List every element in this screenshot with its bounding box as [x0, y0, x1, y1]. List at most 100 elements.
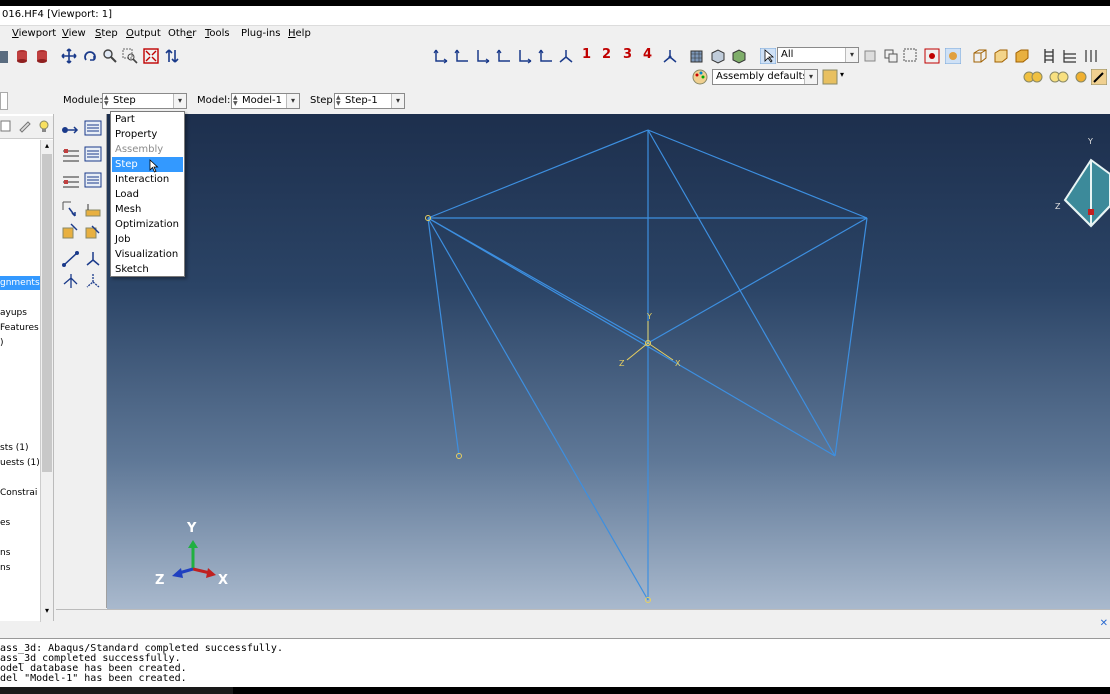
view-cube[interactable]	[1063, 158, 1110, 228]
magnify-icon[interactable]	[102, 48, 118, 64]
menu-plugins[interactable]: Plug-ins	[241, 28, 280, 39]
ladder-icon[interactable]	[1041, 48, 1057, 64]
shaded-render-icon[interactable]	[731, 48, 747, 64]
tree-item-ns-2[interactable]: ns	[0, 563, 10, 573]
module-dropdown-list[interactable]: Part Property Assembly Step Interaction …	[110, 111, 185, 277]
select-entities-icon[interactable]	[883, 48, 899, 64]
module-option-sketch[interactable]: Sketch	[112, 262, 183, 277]
color-code-icon[interactable]	[822, 69, 838, 85]
filter-icon[interactable]	[0, 119, 16, 135]
wireframe-render-icon[interactable]	[689, 48, 705, 64]
spinner-icon[interactable]: ▲ ▼	[336, 95, 343, 107]
create-field-output-icon[interactable]	[61, 147, 81, 163]
view-top-icon[interactable]	[475, 48, 491, 64]
database-icon[interactable]	[14, 48, 30, 64]
tree-item-layups[interactable]: ayups	[0, 308, 27, 318]
scroll-up-icon[interactable]: ▴	[42, 141, 52, 151]
prompt-cancel-icon[interactable]: ✕	[1100, 618, 1108, 629]
module-option-step[interactable]: Step	[112, 157, 183, 172]
cube-solid-icon[interactable]	[1014, 48, 1030, 64]
hidden-render-icon[interactable]	[710, 48, 726, 64]
color-palette-icon[interactable]	[692, 69, 708, 85]
step-manager-icon[interactable]	[84, 120, 102, 136]
lightbulb-icon[interactable]	[37, 119, 53, 135]
spinner-icon[interactable]: ▲ ▼	[233, 95, 240, 107]
view-left-icon[interactable]	[517, 48, 533, 64]
view-3-button[interactable]: 3	[623, 47, 632, 62]
zoom-box-icon[interactable]	[122, 48, 138, 64]
create-history-output-icon[interactable]	[61, 173, 81, 189]
tree-item-fragment[interactable]: )	[0, 338, 4, 348]
auto-fit-icon[interactable]	[143, 48, 159, 64]
view-2-button[interactable]: 2	[602, 47, 611, 62]
menu-other[interactable]: Other	[168, 28, 196, 39]
view-right-icon[interactable]	[538, 48, 554, 64]
viewport-canvas[interactable]: Y X Z Y Z Y X Z	[107, 114, 1110, 609]
chevron-down-icon[interactable]: ▾	[804, 70, 817, 84]
view-4-button[interactable]: 4	[643, 47, 652, 62]
view-1-button[interactable]: 1	[582, 47, 591, 62]
view-back-icon[interactable]	[454, 48, 470, 64]
menu-step[interactable]: Step	[95, 28, 118, 39]
scroll-down-icon[interactable]: ▾	[42, 606, 52, 616]
tree-scrollbar[interactable]: ▴ ▾	[40, 140, 53, 622]
grid-icon[interactable]	[1062, 48, 1078, 64]
create-step-icon[interactable]	[61, 121, 81, 137]
cube-outline-icon[interactable]	[972, 48, 988, 64]
selection-filter-combo[interactable]: All ▾	[777, 47, 859, 63]
module-combo[interactable]: ▲ ▼ Step ▾	[102, 93, 187, 109]
module-option-load[interactable]: Load	[112, 187, 183, 202]
adaptive-mesh-icon[interactable]	[61, 200, 81, 217]
tree-item-ns-1[interactable]: ns	[0, 548, 10, 558]
menu-view[interactable]: View	[62, 28, 86, 39]
menu-output[interactable]: Output	[126, 28, 161, 39]
measure-icon[interactable]	[61, 250, 81, 267]
selection-options-icon[interactable]	[862, 48, 878, 64]
compare-icon[interactable]	[1023, 69, 1043, 85]
chevron-down-icon[interactable]: ▾	[173, 94, 186, 108]
view-front-icon[interactable]	[433, 48, 449, 64]
rotate-icon[interactable]	[82, 48, 98, 64]
datum-csys-icon[interactable]	[84, 272, 102, 288]
view-triad-icon[interactable]	[662, 48, 678, 64]
tree-item-requests[interactable]: sts (1)	[0, 443, 29, 453]
view-iso-icon[interactable]	[558, 48, 574, 64]
field-output-manager-icon[interactable]	[84, 146, 102, 162]
ale-manager-icon[interactable]	[84, 222, 102, 239]
module-option-property[interactable]: Property	[112, 127, 183, 142]
tree-item-constraints[interactable]: Constrai	[0, 488, 37, 498]
module-option-mesh[interactable]: Mesh	[112, 202, 183, 217]
module-option-assembly[interactable]: Assembly	[112, 142, 183, 157]
view-bottom-icon[interactable]	[496, 48, 512, 64]
display-group-icon[interactable]	[924, 48, 940, 64]
tree-item-es[interactable]: es	[0, 518, 10, 528]
reference-point-icon[interactable]	[61, 272, 81, 288]
compare-alt-icon[interactable]	[1049, 69, 1069, 85]
pan-icon[interactable]	[61, 48, 77, 64]
edit-icon[interactable]	[18, 119, 34, 135]
query-triad-icon[interactable]	[84, 250, 102, 266]
tree-item-features[interactable]: Features	[0, 323, 39, 333]
chevron-down-icon[interactable]: ▾	[845, 48, 858, 62]
module-option-job[interactable]: Job	[112, 232, 183, 247]
tree-item-history-requests[interactable]: uests (1)	[0, 458, 40, 468]
chevron-down-icon[interactable]: ▾	[286, 94, 299, 108]
ale-domain-icon[interactable]	[61, 222, 81, 239]
model-combo[interactable]: ▲ ▼ Model-1 ▾	[231, 93, 300, 109]
menu-tools[interactable]: Tools	[205, 28, 230, 39]
module-option-interaction[interactable]: Interaction	[112, 172, 183, 187]
grid-alt-icon[interactable]	[1083, 48, 1099, 64]
step-combo[interactable]: ▲ ▼ Step-1 ▾	[334, 93, 405, 109]
cycle-views-icon[interactable]	[164, 48, 180, 64]
menu-help[interactable]: Help	[288, 28, 311, 39]
menu-viewport[interactable]: Viewport	[12, 28, 56, 39]
tools-icon[interactable]	[1090, 68, 1108, 86]
history-output-manager-icon[interactable]	[84, 172, 102, 188]
drag-select-icon[interactable]	[903, 48, 919, 64]
module-option-visualization[interactable]: Visualization	[112, 247, 183, 262]
cube-half-icon[interactable]	[993, 48, 1009, 64]
chevron-down-icon[interactable]: ▾	[391, 94, 404, 108]
database-save-icon[interactable]	[34, 48, 50, 64]
color-code-dropdown-icon[interactable]: ▾	[840, 70, 844, 79]
module-option-part[interactable]: Part	[112, 112, 183, 127]
